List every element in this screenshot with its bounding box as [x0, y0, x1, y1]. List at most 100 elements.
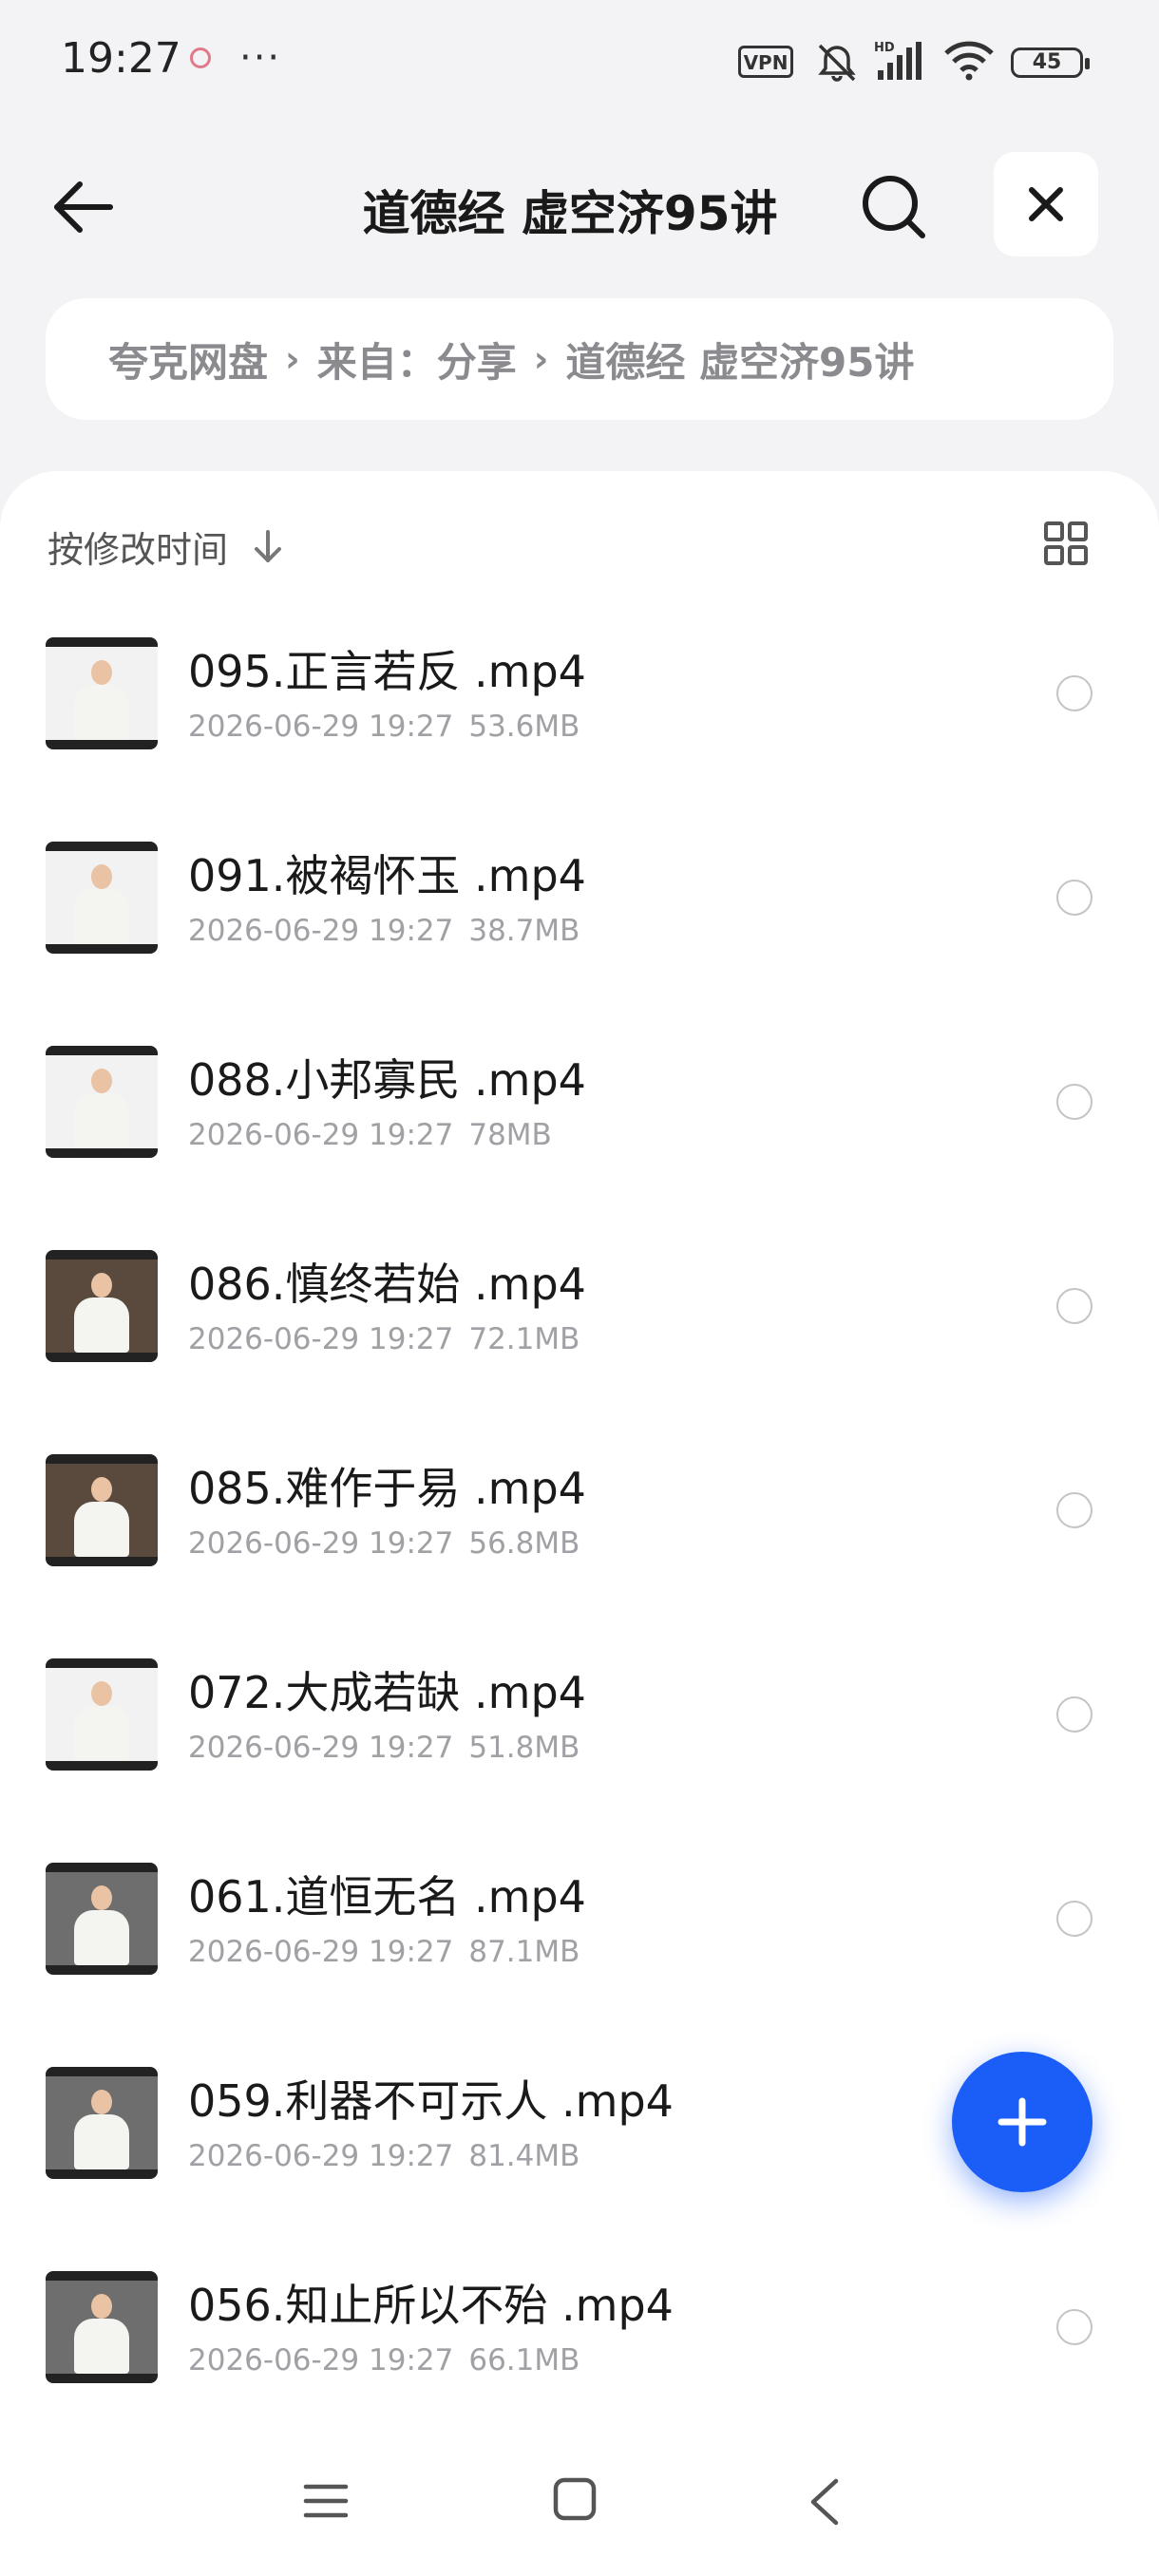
file-date: 2026-06-29 19:27	[188, 1322, 454, 1356]
back-icon[interactable]	[806, 2475, 844, 2529]
thumbnail-person-head	[91, 1681, 112, 1706]
hd-signal-icon: HD	[874, 41, 922, 80]
file-list-item[interactable]: 088.小邦寡民 .mp4 2026-06-29 19:27 78MB	[0, 1046, 1159, 1250]
thumbnail-person-body	[74, 889, 129, 944]
file-meta: 2026-06-29 19:27 78MB	[188, 1118, 552, 1152]
file-size: 56.8MB	[468, 1526, 580, 1561]
thumbnail-person-body	[74, 2114, 129, 2169]
search-icon[interactable]	[858, 171, 930, 243]
file-size: 66.1MB	[468, 2343, 580, 2377]
select-checkbox[interactable]	[1056, 1492, 1092, 1528]
add-button[interactable]	[952, 2052, 1092, 2192]
select-checkbox[interactable]	[1056, 880, 1092, 916]
grid-view-icon[interactable]	[1043, 521, 1089, 566]
sort-label: 按修改时间	[48, 529, 229, 571]
mute-icon	[818, 44, 856, 82]
thumbnail-person-head	[91, 660, 112, 685]
file-list-item[interactable]: 091.被褐怀玉 .mp4 2026-06-29 19:27 38.7MB	[0, 842, 1159, 1046]
thumbnail-person-body	[74, 1706, 129, 1761]
menu-icon[interactable]	[302, 2477, 350, 2525]
status-bar: 19:27 ··· VPN HD 45	[0, 0, 1159, 123]
thumbnail-person-body	[74, 1297, 129, 1353]
home-icon[interactable]	[551, 2475, 598, 2523]
file-name: 088.小邦寡民 .mp4	[188, 1054, 586, 1106]
file-list-item[interactable]: 086.慎终若始 .mp4 2026-06-29 19:27 72.1MB	[0, 1250, 1159, 1454]
select-checkbox[interactable]	[1056, 1288, 1092, 1324]
system-nav-bar	[0, 2441, 1159, 2576]
thumbnail-person-head	[91, 1885, 112, 1910]
select-checkbox[interactable]	[1056, 2309, 1092, 2345]
breadcrumb-item-root[interactable]: 夸克网盘	[108, 331, 268, 388]
file-date: 2026-06-29 19:27	[188, 1526, 454, 1561]
breadcrumb-separator-icon: ›	[285, 338, 300, 380]
video-thumbnail	[46, 637, 158, 749]
file-name: 085.难作于易 .mp4	[188, 1463, 586, 1514]
file-date: 2026-06-29 19:27	[188, 1731, 454, 1765]
file-meta: 2026-06-29 19:27 87.1MB	[188, 1935, 580, 1969]
battery-icon: 45	[1011, 47, 1090, 78]
file-name: 061.道恒无名 .mp4	[188, 1871, 586, 1923]
file-date: 2026-06-29 19:27	[188, 2139, 454, 2173]
file-size: 87.1MB	[468, 1935, 580, 1969]
file-list-item[interactable]: 095.正言若反 .mp4 2026-06-29 19:27 53.6MB	[0, 637, 1159, 842]
video-thumbnail	[46, 1046, 158, 1158]
thumbnail-person-body	[74, 685, 129, 740]
vpn-icon: VPN	[738, 46, 793, 78]
thumbnail-person-head	[91, 864, 112, 889]
file-name: 086.慎终若始 .mp4	[188, 1259, 586, 1310]
file-date: 2026-06-29 19:27	[188, 1935, 454, 1969]
file-meta: 2026-06-29 19:27 66.1MB	[188, 2343, 580, 2377]
file-date: 2026-06-29 19:27	[188, 2343, 454, 2377]
close-button[interactable]	[994, 152, 1098, 256]
wifi-icon	[944, 41, 994, 81]
thumbnail-person-head	[91, 1477, 112, 1502]
video-thumbnail	[46, 1454, 158, 1566]
file-name: 056.知止所以不殆 .mp4	[188, 2280, 674, 2331]
thumbnail-person-body	[74, 1093, 129, 1148]
video-thumbnail	[46, 2067, 158, 2179]
sort-control[interactable]: 按修改时间	[48, 521, 287, 573]
file-list-item[interactable]: 061.道恒无名 .mp4 2026-06-29 19:27 87.1MB	[0, 1863, 1159, 2067]
file-list: 095.正言若反 .mp4 2026-06-29 19:27 53.6MB 091…	[0, 637, 1159, 2475]
file-size: 81.4MB	[468, 2139, 580, 2173]
thumbnail-person-body	[74, 2319, 129, 2374]
video-thumbnail	[46, 1658, 158, 1771]
file-name: 072.大成若缺 .mp4	[188, 1667, 586, 1718]
thumbnail-person-head	[91, 2294, 112, 2319]
file-size: 53.6MB	[468, 710, 580, 744]
file-date: 2026-06-29 19:27	[188, 710, 454, 744]
status-more-icon: ···	[239, 36, 282, 80]
video-thumbnail	[46, 842, 158, 954]
thumbnail-person-body	[74, 1910, 129, 1965]
thumbnail-person-body	[74, 1502, 129, 1557]
file-size: 78MB	[468, 1118, 552, 1152]
file-name: 059.利器不可示人 .mp4	[188, 2075, 674, 2127]
plus-icon	[998, 2097, 1047, 2147]
file-name: 095.正言若反 .mp4	[188, 646, 586, 697]
thumbnail-person-head	[91, 2090, 112, 2114]
file-browser: 按修改时间 095.正言若反 .mp4 2026-06-29 19:27 53.6…	[0, 471, 1159, 2576]
file-meta: 2026-06-29 19:27 56.8MB	[188, 1526, 580, 1561]
select-checkbox[interactable]	[1056, 675, 1092, 711]
page-title: 道德经 虚空济95讲	[362, 186, 778, 241]
status-time: 19:27	[61, 34, 181, 83]
file-meta: 2026-06-29 19:27 38.7MB	[188, 914, 580, 948]
svg-text:HD: HD	[874, 41, 895, 55]
breadcrumb-item-share[interactable]: 来自：分享	[317, 331, 517, 388]
video-thumbnail	[46, 1250, 158, 1362]
file-list-item[interactable]: 072.大成若缺 .mp4 2026-06-29 19:27 51.8MB	[0, 1658, 1159, 1863]
select-checkbox[interactable]	[1056, 1901, 1092, 1937]
breadcrumb: 夸克网盘 › 来自：分享 › 道德经 虚空济95讲	[46, 298, 1113, 420]
file-size: 72.1MB	[468, 1322, 580, 1356]
select-checkbox[interactable]	[1056, 1696, 1092, 1733]
file-name: 091.被褐怀玉 .mp4	[188, 850, 586, 901]
file-meta: 2026-06-29 19:27 81.4MB	[188, 2139, 580, 2173]
file-date: 2026-06-29 19:27	[188, 914, 454, 948]
select-checkbox[interactable]	[1056, 1084, 1092, 1120]
breadcrumb-item-current: 道德经 虚空济95讲	[565, 338, 915, 386]
thumbnail-person-head	[91, 1069, 112, 1093]
file-list-item[interactable]: 085.难作于易 .mp4 2026-06-29 19:27 56.8MB	[0, 1454, 1159, 1658]
back-arrow-icon[interactable]	[48, 171, 120, 243]
file-date: 2026-06-29 19:27	[188, 1118, 454, 1152]
file-size: 38.7MB	[468, 914, 580, 948]
